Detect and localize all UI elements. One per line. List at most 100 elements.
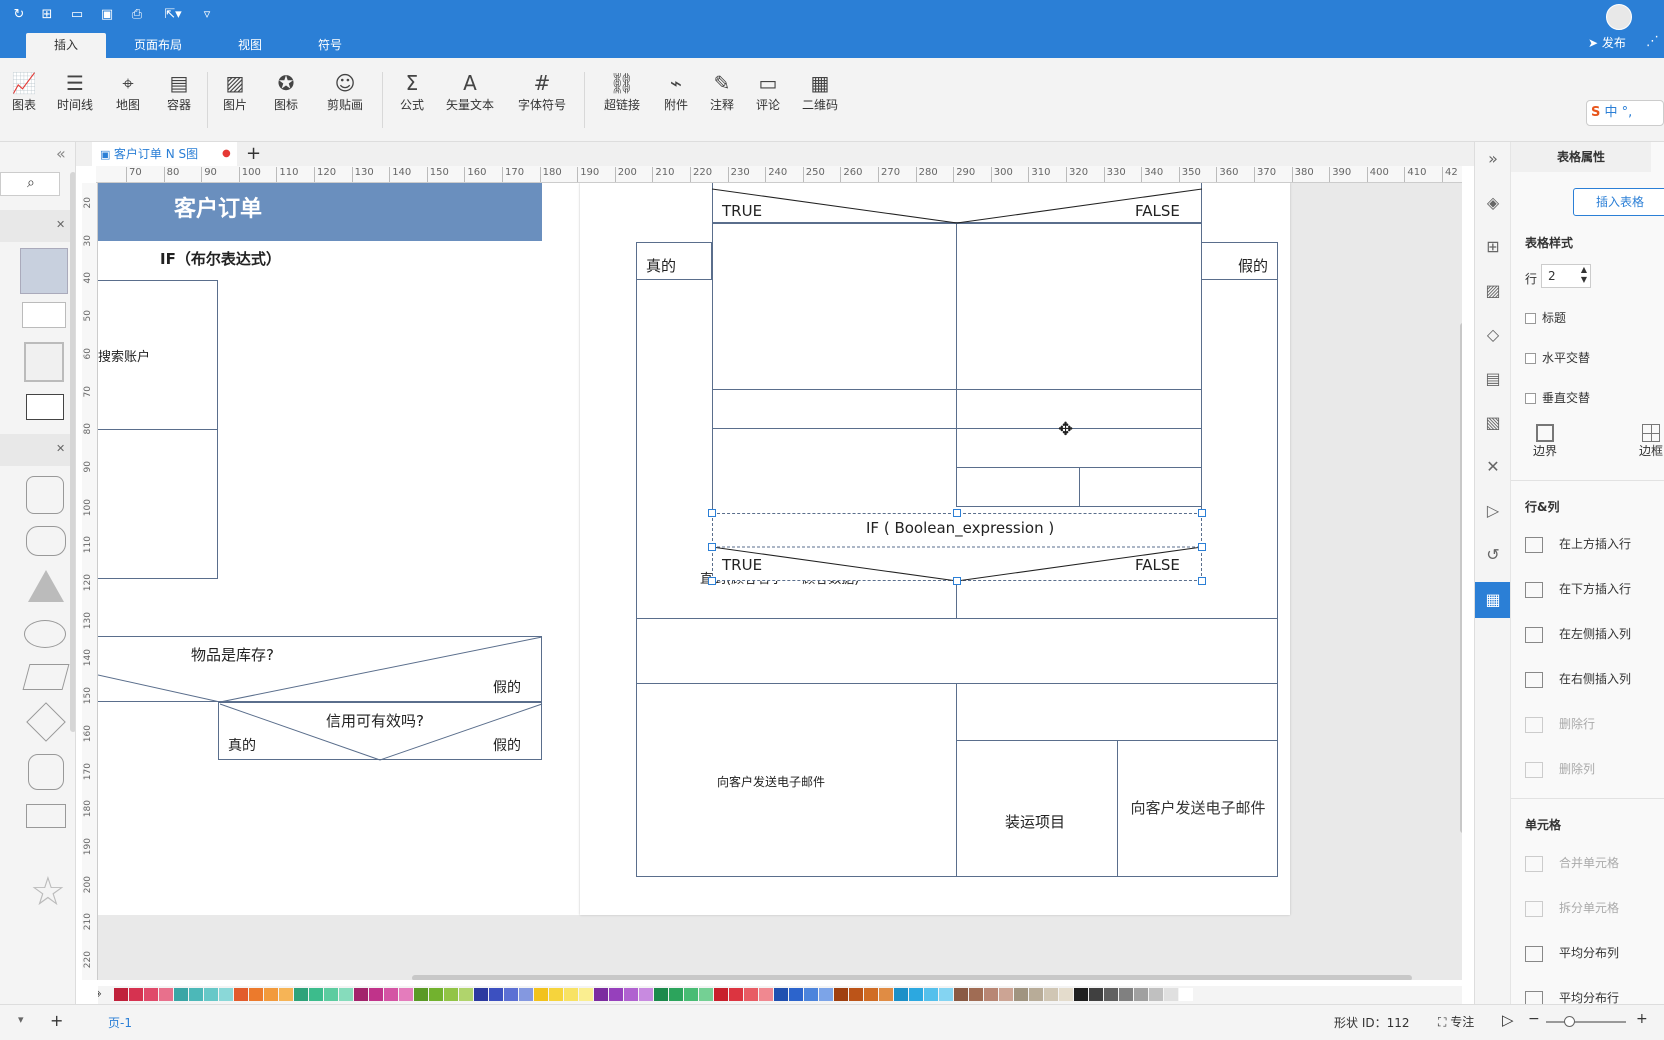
color-swatch[interactable] [309, 988, 323, 1001]
color-swatch[interactable] [684, 988, 698, 1001]
color-swatch[interactable] [249, 988, 263, 1001]
color-swatch[interactable] [1134, 988, 1148, 1001]
resize-handle[interactable] [953, 509, 961, 517]
library-section-header[interactable]: ✕ [0, 434, 70, 466]
horizontal-scrollbar[interactable] [412, 975, 1412, 980]
color-swatch[interactable] [789, 988, 803, 1001]
shape-thumbnail[interactable] [24, 342, 64, 382]
resize-handle[interactable] [1198, 509, 1206, 517]
redo-icon[interactable]: ↻ [10, 6, 28, 24]
icon-button[interactable]: ✪ 图标 [259, 70, 313, 113]
grid-layout-icon[interactable]: ⊞ [1480, 234, 1506, 260]
color-swatch[interactable] [894, 988, 908, 1001]
formula-button[interactable]: Σ 公式 [385, 70, 439, 113]
delete-col[interactable]: 删除列 [1525, 757, 1595, 781]
zoom-thumb[interactable] [1564, 1016, 1575, 1027]
tab-page-layout[interactable]: 页面布局 [118, 33, 198, 58]
color-swatch[interactable] [1044, 988, 1058, 1001]
zoom-out-icon[interactable]: − [1528, 1011, 1540, 1027]
expand-panel-icon[interactable]: » [1480, 146, 1506, 172]
tab-insert[interactable]: 插入 [26, 33, 106, 58]
merge-cells[interactable]: 合并单元格 [1525, 851, 1619, 875]
diamond-shape[interactable] [26, 702, 66, 742]
color-swatch[interactable] [519, 988, 533, 1001]
vertical-scrollbar[interactable] [1460, 323, 1462, 833]
color-swatch[interactable] [699, 988, 713, 1001]
clipart-button[interactable]: ☺ 剪贴画 [318, 70, 372, 113]
tab-view[interactable]: 视图 [210, 33, 290, 58]
color-swatch[interactable] [594, 988, 608, 1001]
color-swatch[interactable] [759, 988, 773, 1001]
close-icon[interactable]: ✕ [56, 218, 65, 231]
color-swatch[interactable] [1179, 988, 1193, 1001]
octagon-shape[interactable] [28, 754, 64, 790]
color-swatch[interactable] [909, 988, 923, 1001]
resize-handle[interactable] [953, 577, 961, 585]
color-swatch[interactable] [354, 988, 368, 1001]
color-swatch[interactable] [189, 988, 203, 1001]
font-symbol-button[interactable]: # 字体符号 [515, 70, 569, 113]
close-icon[interactable]: ✕ [56, 442, 65, 455]
open-folder-icon[interactable]: ▭ [68, 6, 86, 24]
color-swatch[interactable] [1089, 988, 1103, 1001]
layers-icon[interactable]: ◇ [1480, 322, 1506, 348]
insert-col-left[interactable]: 在左侧插入列 [1525, 622, 1631, 646]
distribute-rows[interactable]: 平均分布行 [1525, 986, 1619, 1004]
rounded-rect-shape[interactable] [26, 476, 64, 514]
resize-handle[interactable] [708, 509, 716, 517]
focus-mode-button[interactable]: ⛶ 专注 [1438, 1013, 1474, 1030]
border-button[interactable]: 边界 [1525, 424, 1565, 459]
add-tab-icon[interactable]: + [246, 142, 261, 166]
color-swatch[interactable] [324, 988, 338, 1001]
color-swatch[interactable] [1059, 988, 1073, 1001]
color-swatch[interactable] [669, 988, 683, 1001]
quick-access-more-icon[interactable]: ▿ [198, 6, 216, 24]
color-swatch[interactable] [1104, 988, 1118, 1001]
color-swatch[interactable] [339, 988, 353, 1001]
insert-col-right[interactable]: 在右侧插入列 [1525, 667, 1631, 691]
color-swatch[interactable] [264, 988, 278, 1001]
color-swatch[interactable] [744, 988, 758, 1001]
zoom-in-icon[interactable]: + [1636, 1011, 1648, 1027]
color-swatch[interactable] [864, 988, 878, 1001]
color-swatch[interactable] [564, 988, 578, 1001]
fill-bucket-icon[interactable]: ◈ [1480, 190, 1506, 216]
star-shape[interactable]: ☆ [30, 872, 66, 912]
color-swatch[interactable] [879, 988, 893, 1001]
table-properties-icon[interactable]: ▦ [1475, 582, 1511, 618]
color-swatch[interactable] [144, 988, 158, 1001]
split-cells[interactable]: 拆分单元格 [1525, 896, 1619, 920]
color-swatch[interactable] [1149, 988, 1163, 1001]
container-button[interactable]: ▤ 容器 [152, 70, 206, 113]
page-icon[interactable]: ▤ [1480, 366, 1506, 392]
horizontal-alternate-checkbox[interactable]: 水平交替 [1525, 346, 1590, 370]
color-swatch[interactable] [984, 988, 998, 1001]
history-icon[interactable]: ↺ [1480, 542, 1506, 568]
color-swatch[interactable] [624, 988, 638, 1001]
color-swatch[interactable] [1014, 988, 1028, 1001]
panel-tab-title[interactable]: 表格属性 [1511, 142, 1651, 172]
color-swatch[interactable] [939, 988, 953, 1001]
rows-stepper[interactable]: 2 ▲ ▼ [1541, 264, 1591, 288]
export-icon[interactable]: ⇱▾ [158, 6, 188, 24]
tab-symbol[interactable]: 符号 [290, 33, 370, 58]
color-swatch[interactable] [429, 988, 443, 1001]
comment-button[interactable]: ▭ 评论 [741, 70, 795, 113]
color-swatch[interactable] [834, 988, 848, 1001]
color-swatch[interactable] [399, 988, 413, 1001]
library-section-header[interactable]: ✕ [0, 210, 70, 242]
title-checkbox[interactable]: 标题 [1525, 306, 1566, 330]
save-icon[interactable]: ▣ [98, 6, 116, 24]
color-swatch[interactable] [729, 988, 743, 1001]
add-page-icon[interactable]: + [50, 1011, 63, 1030]
color-swatch[interactable] [534, 988, 548, 1001]
color-swatch[interactable] [459, 988, 473, 1001]
shape-thumbnail[interactable] [22, 302, 66, 328]
color-swatch[interactable] [714, 988, 728, 1001]
collapse-icon[interactable]: « [56, 144, 66, 163]
color-swatch[interactable] [159, 988, 173, 1001]
color-swatch[interactable] [234, 988, 248, 1001]
data-icon[interactable]: ▧ [1480, 410, 1506, 436]
image-button[interactable]: ▨ 图片 [208, 70, 262, 113]
color-swatch[interactable] [579, 988, 593, 1001]
